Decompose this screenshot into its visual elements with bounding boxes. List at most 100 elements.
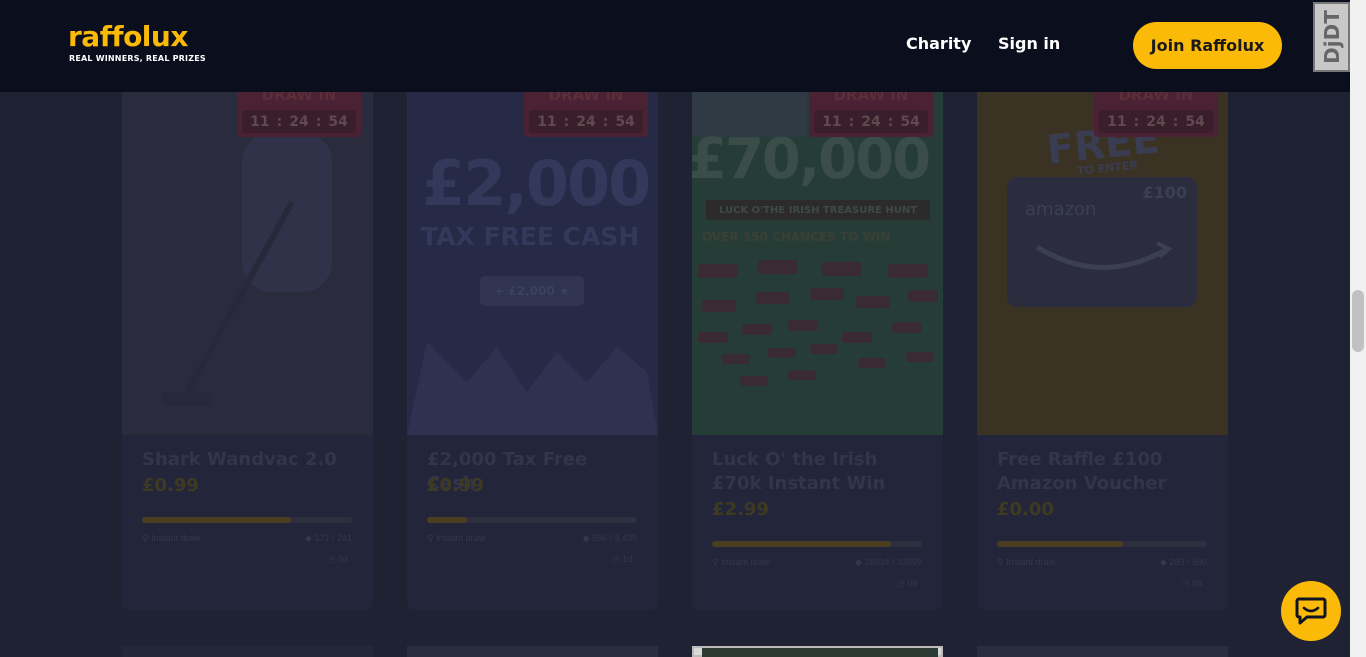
time-left: ◷ 0d xyxy=(1182,578,1202,589)
site-header: raffolux REAL WINNERS, REAL PRIZES Chari… xyxy=(0,0,1350,92)
timer-hours: 11 xyxy=(537,113,557,130)
timer-minutes: 24 xyxy=(289,113,309,130)
tickets-progress-bar xyxy=(142,517,352,523)
draw-countdown: DRAW IN 11: 24: 54 xyxy=(1094,92,1218,137)
instant-draw-tag: ⚲ Instant draw xyxy=(142,533,200,544)
tickets-sold: ◆ 656 / 3,499 xyxy=(583,533,637,544)
draw-in-label: DRAW IN xyxy=(1118,92,1194,104)
draw-in-label: DRAW IN xyxy=(261,92,337,104)
ticket-icon: ◆ xyxy=(1160,557,1167,567)
competition-card-partial[interactable] xyxy=(977,646,1228,657)
ticket-icon: ◆ xyxy=(305,533,312,543)
time-left-value: 1d xyxy=(622,554,633,564)
card-title[interactable]: Luck O' the Irish £70k Instant Win xyxy=(712,448,927,496)
card-image: DRAW IN 11: 24: 54 xyxy=(122,92,373,435)
countdown-timer: 11: 24: 54 xyxy=(242,110,356,133)
competition-card-partial[interactable] xyxy=(407,646,658,657)
timer-separator: : xyxy=(848,113,855,130)
clock-icon: ◷ xyxy=(897,578,905,588)
debug-toolbar-label: DjDT xyxy=(1319,10,1344,64)
ticket-icon: ◆ xyxy=(855,557,862,567)
instant-draw-tag: ⚲ Instant draw xyxy=(427,533,485,544)
pin-icon: ⚲ xyxy=(427,533,434,543)
card-meta: ⚲ Instant draw ◆ 289 / 500 xyxy=(997,557,1207,568)
card-price: £0.99 xyxy=(427,475,484,496)
vacuum-illustration xyxy=(162,132,332,406)
cash-notes-illustration xyxy=(407,342,658,435)
instant-draw-tag: ⚲ Instant draw xyxy=(997,557,1055,568)
card-image: FREE TO ENTER amazon £100 DRAW IN 11: 24:… xyxy=(977,92,1228,435)
card-meta: ⚲ Instant draw ◆ 171 / 241 xyxy=(142,533,352,544)
tickets-sold-count: 289 / 500 xyxy=(1169,557,1207,567)
timer-separator: : xyxy=(1133,113,1140,130)
tickets-progress-bar xyxy=(997,541,1207,547)
nav-charity-link[interactable]: Charity xyxy=(906,34,971,53)
card-meta: ⚲ Instant draw ◆ 656 / 3,499 xyxy=(427,533,637,544)
timer-separator: : xyxy=(315,113,322,130)
time-left-value: 0d xyxy=(907,578,918,588)
tickets-sold-count: 656 / 3,499 xyxy=(591,533,637,543)
join-raffolux-button[interactable]: Join Raffolux xyxy=(1133,22,1282,69)
competition-card[interactable]: FREE TO ENTER amazon £100 DRAW IN 11: 24:… xyxy=(977,92,1228,610)
tickets-sold-count: 28934 / 33999 xyxy=(864,557,922,567)
timer-seconds: 54 xyxy=(1185,113,1205,130)
amazon-smile-icon xyxy=(1035,241,1173,270)
raffolux-logo[interactable]: raffolux REAL WINNERS, REAL PRIZES xyxy=(68,20,208,67)
amazon-voucher-art: amazon £100 xyxy=(1007,177,1197,307)
debug-toolbar-handle[interactable]: DjDT xyxy=(1313,2,1350,72)
card-image: £2,000 TAX FREE CASH + £2,000 ★ DRAW IN … xyxy=(407,92,658,435)
instant-draw-label: Instant draw xyxy=(151,533,201,543)
draw-countdown: DRAW IN 11: 24: 54 xyxy=(524,92,648,137)
tickets-progress-bar xyxy=(427,517,637,523)
card-image: £70,000 LUCK O'THE IRISH TREASURE HUNT O… xyxy=(692,92,943,435)
progress-fill xyxy=(712,541,891,547)
time-left: ◷ 0d xyxy=(897,578,917,589)
nav-sign-in-link[interactable]: Sign in xyxy=(998,34,1060,53)
card-title[interactable]: Free Raffle £100 Amazon Voucher xyxy=(997,448,1212,496)
instant-draw-label: Instant draw xyxy=(1006,557,1056,567)
progress-fill xyxy=(427,517,467,523)
card-title[interactable]: Shark Wandvac 2.0 xyxy=(142,448,357,472)
competition-card-partial[interactable] xyxy=(122,646,373,657)
live-chat-button[interactable] xyxy=(1281,581,1341,641)
clock-icon: ◷ xyxy=(327,554,335,564)
time-left: ◷ 0d xyxy=(327,554,347,565)
competition-card[interactable]: DRAW IN 11: 24: 54 Shark Wandvac 2.0 £0.… xyxy=(122,92,373,610)
competition-card-partial[interactable] xyxy=(692,646,943,657)
draw-countdown: DRAW IN 11: 24: 54 xyxy=(809,92,933,137)
timer-separator: : xyxy=(602,113,609,130)
treasure-hunt-band-art: LUCK O'THE IRISH TREASURE HUNT xyxy=(706,200,930,220)
timer-minutes: 24 xyxy=(861,113,881,130)
logo-wordmark: raffolux xyxy=(68,20,188,53)
card-meta: ⚲ Instant draw ◆ 28934 / 33999 xyxy=(712,557,922,568)
timer-seconds: 54 xyxy=(615,113,635,130)
instant-draw-tag: ⚲ Instant draw xyxy=(712,557,770,568)
timer-separator: : xyxy=(887,113,894,130)
competition-card[interactable]: £70,000 LUCK O'THE IRISH TREASURE HUNT O… xyxy=(692,92,943,610)
chances-subtitle-art: OVER 350 CHANCES TO WIN xyxy=(702,230,891,244)
timer-separator: : xyxy=(1172,113,1179,130)
card-price: £0.99 xyxy=(142,475,199,496)
draw-in-label: DRAW IN xyxy=(548,92,624,104)
instant-draw-label: Instant draw xyxy=(436,533,486,543)
timer-minutes: 24 xyxy=(1146,113,1166,130)
scrollbar-thumb[interactable] xyxy=(1352,290,1364,352)
timer-minutes: 24 xyxy=(576,113,596,130)
timer-seconds: 54 xyxy=(900,113,920,130)
draw-in-label: DRAW IN xyxy=(833,92,909,104)
pin-icon: ⚲ xyxy=(997,557,1004,567)
countdown-timer: 11: 24: 54 xyxy=(1099,110,1213,133)
competition-card[interactable]: £2,000 TAX FREE CASH + £2,000 ★ DRAW IN … xyxy=(407,92,658,610)
timer-seconds: 54 xyxy=(328,113,348,130)
card-image-partial xyxy=(702,648,938,657)
timer-hours: 11 xyxy=(1107,113,1127,130)
pin-icon: ⚲ xyxy=(142,533,149,543)
card-price: £2.99 xyxy=(712,499,769,520)
countdown-timer: 11: 24: 54 xyxy=(814,110,928,133)
timer-separator: : xyxy=(563,113,570,130)
draw-countdown: DRAW IN 11: 24: 54 xyxy=(237,92,361,137)
progress-fill xyxy=(997,541,1123,547)
clock-icon: ◷ xyxy=(1182,578,1190,588)
card-price: £0.00 xyxy=(997,499,1054,520)
time-left-value: 0d xyxy=(1192,578,1203,588)
